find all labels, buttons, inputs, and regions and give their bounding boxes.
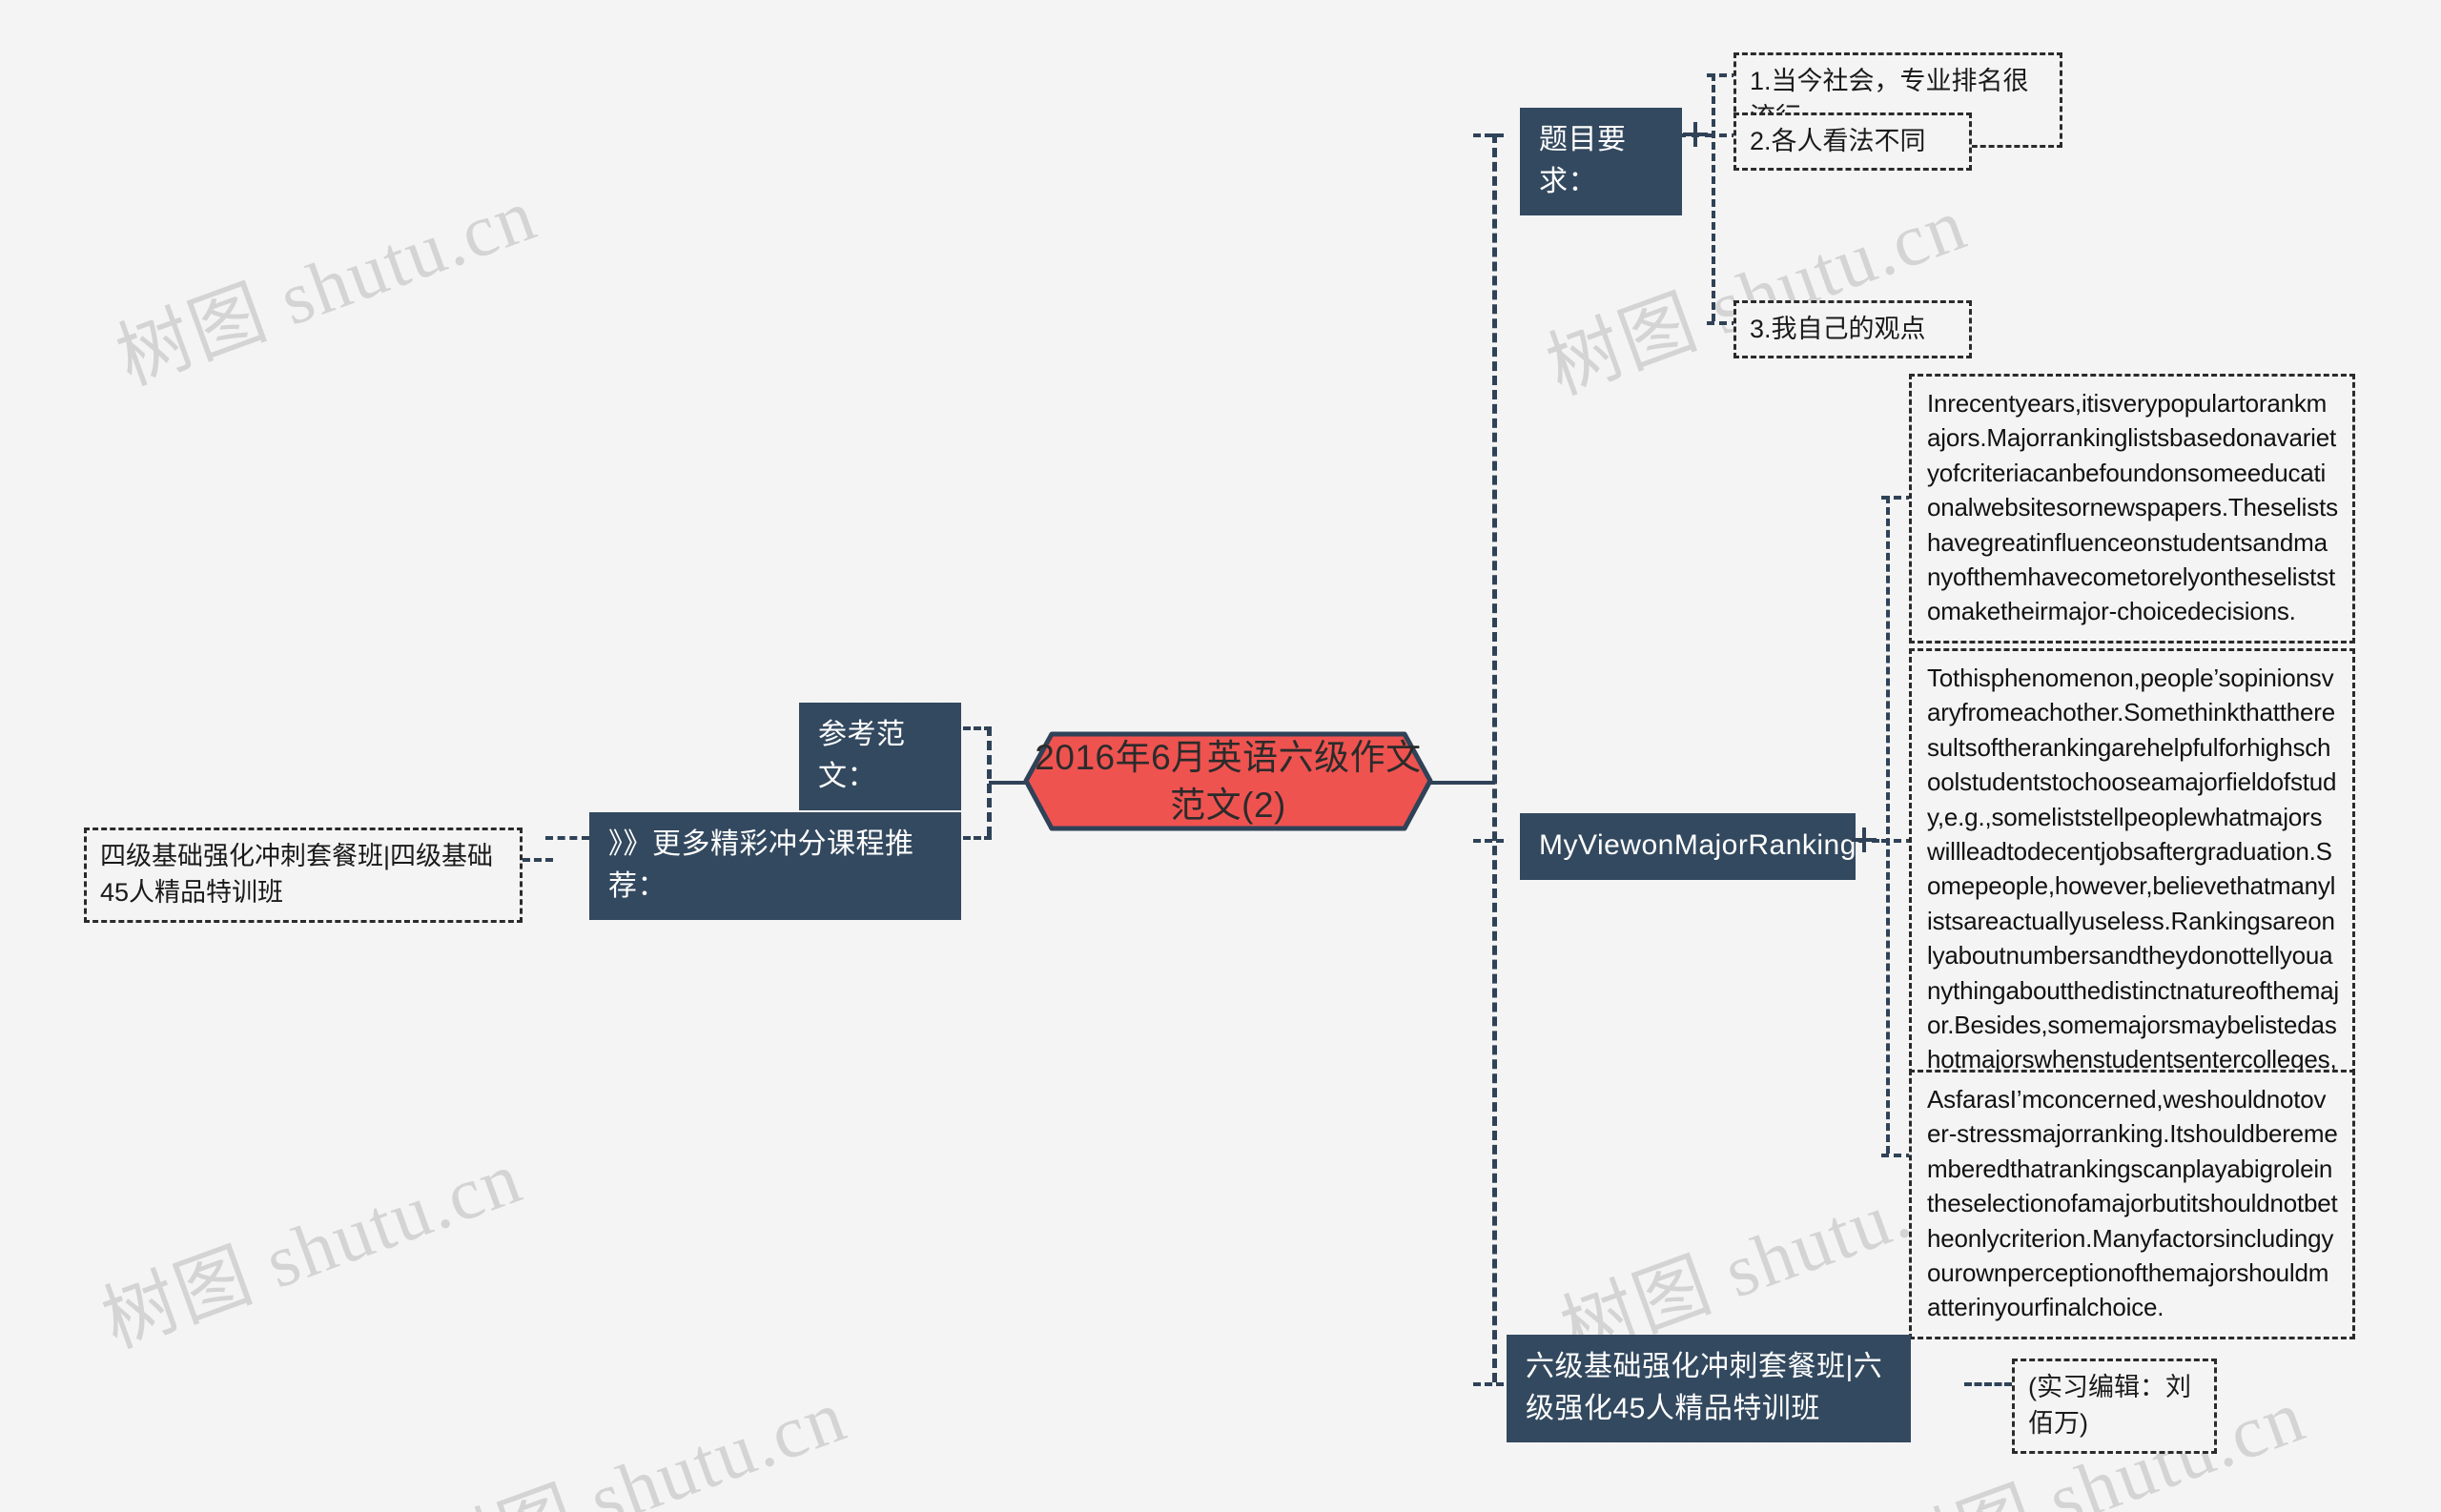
editor-credit-label: (实习编辑：刘佰万): [2028, 1373, 2191, 1439]
node-reference-essay-label: 参考范文：: [818, 719, 906, 792]
root-node[interactable]: 2016年6月英语六级作文 范文(2): [1023, 731, 1433, 831]
requirement-item-label: 2.各人看法不同: [1750, 127, 1926, 155]
node-my-view-label: MyViewonMajorRanking: [1539, 829, 1856, 861]
node-essay-paragraph[interactable]: Tothisphenomenon,people’sopinionsvaryfro…: [1909, 648, 2355, 1127]
requirement-item-label: 3.我自己的观点: [1750, 315, 1926, 343]
root-hexagon-shape: [1023, 731, 1433, 831]
node-cet6-course-label: 六级基础强化冲刺套餐班|六级强化45人精品特训班: [1526, 1351, 1883, 1424]
connector-right-course: [1473, 1382, 1504, 1386]
node-more-courses-label: 》》更多精彩冲分课程推荐：: [608, 828, 914, 902]
connector-left-ref: [963, 726, 992, 730]
node-reference-essay[interactable]: 参考范文：: [799, 703, 961, 810]
connector-left-course: [963, 836, 992, 840]
connector-right-req: [1473, 133, 1504, 137]
watermark: 树图 shutu.cn: [92, 1134, 533, 1363]
essay-paragraph-text: AsfarasI’mconcerned,weshouldnotover-stre…: [1927, 1085, 2338, 1322]
connector-right-view: [1473, 839, 1504, 843]
connector-course-editor: [1964, 1382, 2012, 1386]
essay-paragraph-text: Inrecentyears,itisverypopulartorankmajor…: [1927, 389, 2338, 626]
node-essay-paragraph[interactable]: AsfarasI’mconcerned,weshouldnotover-stre…: [1909, 1070, 2355, 1339]
node-requirement-item[interactable]: 2.各人看法不同: [1733, 112, 1972, 172]
node-cet6-course[interactable]: 六级基础强化冲刺套餐班|六级强化45人精品特训班: [1507, 1335, 1911, 1442]
expand-toggle-icon[interactable]: [1683, 122, 1708, 147]
connector-view-subtrunk: [1886, 496, 1890, 1154]
watermark: 树图 shutu.cn: [106, 172, 547, 400]
watermark: 树图 shutu.cn: [416, 1373, 857, 1512]
mindmap-canvas: 树图 shutu.cn 树图 shutu.cn 树图 shutu.cn 树图 s…: [0, 0, 2441, 1512]
expand-toggle-icon[interactable]: [1852, 828, 1877, 852]
node-topic-requirements-label: 题目要求：: [1539, 124, 1627, 197]
connector-left-leaf: [545, 836, 589, 840]
node-my-view[interactable]: MyViewonMajorRanking: [1520, 813, 1856, 880]
essay-paragraph-text: Tothisphenomenon,people’sopinionsvaryfro…: [1927, 664, 2340, 1109]
node-cet4-course-leaf[interactable]: 四级基础强化冲刺套餐班|四级基础45人精品特训班: [84, 828, 523, 923]
connector-left-leaf-tail: [523, 858, 553, 862]
node-requirement-item[interactable]: 3.我自己的观点: [1733, 300, 1972, 359]
node-editor-credit[interactable]: (实习编辑：刘佰万): [2012, 1359, 2217, 1454]
connector-req-subtrunk: [1712, 73, 1715, 321]
connector-root-right: [1428, 781, 1495, 785]
connector-root-left: [989, 781, 1025, 785]
node-essay-paragraph[interactable]: Inrecentyears,itisverypopulartorankmajor…: [1909, 374, 2355, 644]
node-more-courses[interactable]: 》》更多精彩冲分课程推荐：: [589, 812, 961, 920]
node-topic-requirements[interactable]: 题目要求：: [1520, 108, 1682, 215]
connector-right-trunk: [1492, 133, 1497, 1382]
node-cet4-course-label: 四级基础强化冲刺套餐班|四级基础45人精品特训班: [100, 842, 494, 908]
